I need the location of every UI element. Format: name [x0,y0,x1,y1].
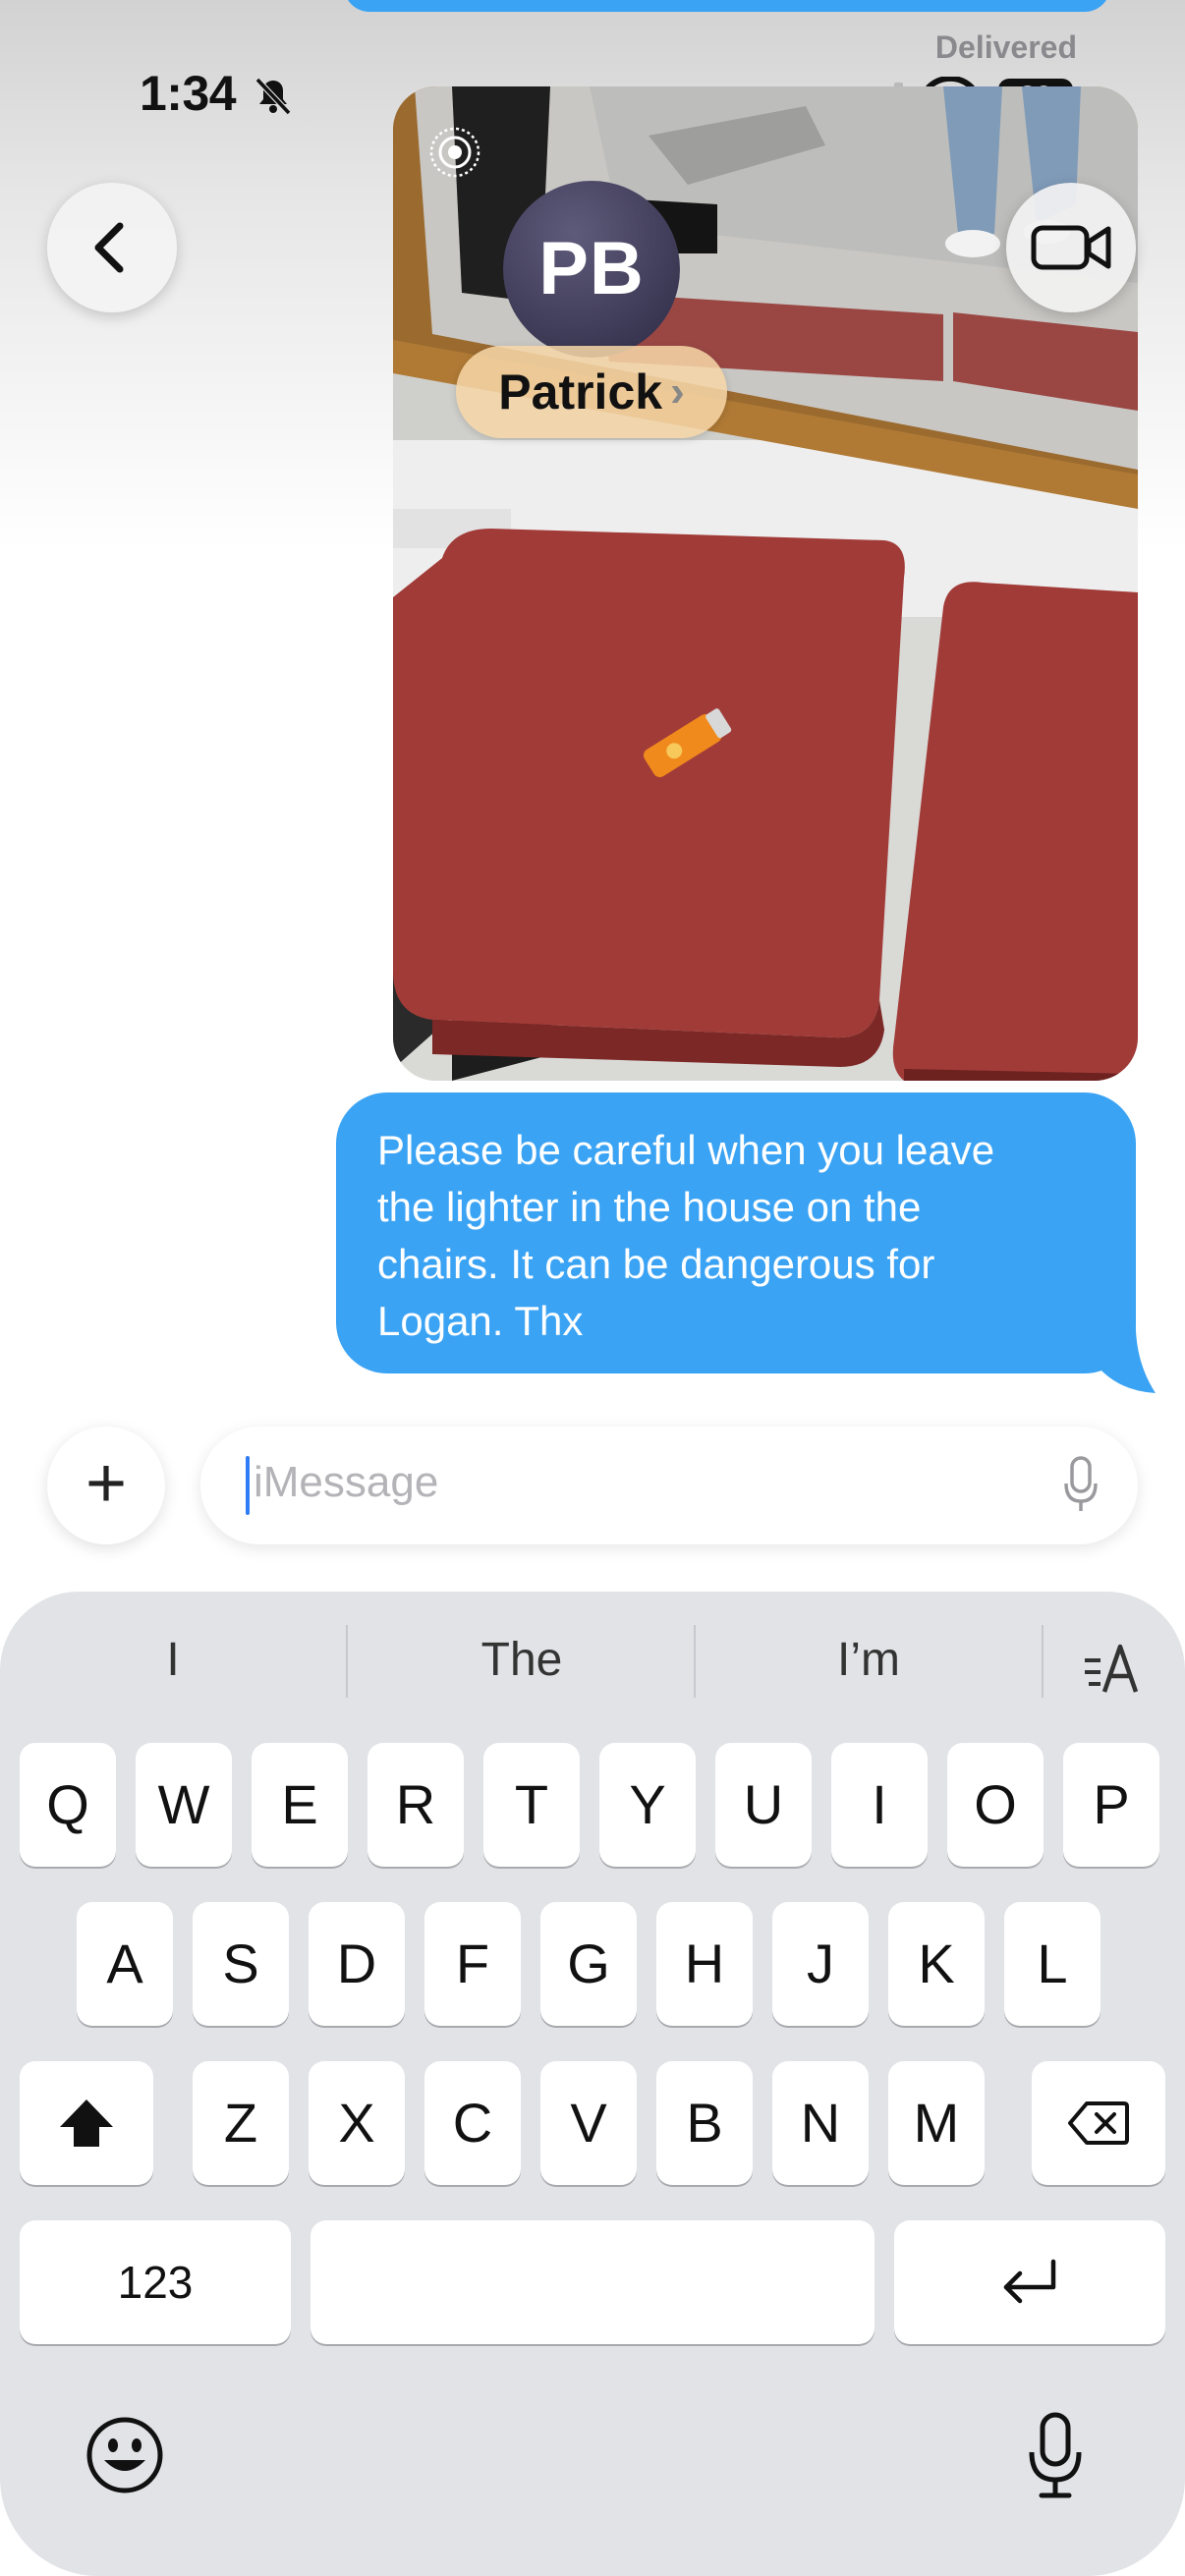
key-e[interactable]: E [252,1743,348,1867]
message-line: Please be careful when you leave [377,1127,995,1173]
imessage-input[interactable]: iMessage [200,1427,1138,1544]
key-f[interactable]: F [424,1902,521,2026]
facetime-video-button[interactable] [1006,183,1136,312]
dictation-microphone-icon[interactable] [1026,2411,1085,2501]
text-format-icon[interactable] [1081,1639,1144,1696]
suggestion-3[interactable]: I’m [770,1633,967,1687]
key-p[interactable]: P [1063,1743,1159,1867]
suggestion-divider [346,1625,348,1698]
key-k[interactable]: K [888,1902,985,2026]
key-u[interactable]: U [715,1743,812,1867]
chevron-right-icon: › [670,367,685,416]
key-d[interactable]: D [309,1902,405,2026]
key-z[interactable]: Z [193,2061,289,2185]
video-camera-icon [1031,225,1111,270]
key-v[interactable]: V [540,2061,637,2185]
key-x[interactable]: X [309,2061,405,2185]
suggestion-1[interactable]: I [75,1633,271,1687]
suggestion-divider [694,1625,696,1698]
key-i[interactable]: I [831,1743,928,1867]
emoji-icon[interactable] [85,2415,165,2495]
message-line: Logan. Thx [377,1298,584,1344]
numbers-key[interactable]: 123 [20,2220,291,2344]
return-icon [1003,2259,1056,2304]
key-g[interactable]: G [540,1902,637,2026]
key-b[interactable]: B [656,2061,753,2185]
suggestion-2[interactable]: The [423,1633,620,1687]
contact-avatar[interactable]: PB [503,181,680,358]
key-w[interactable]: W [136,1743,232,1867]
key-q[interactable]: Q [20,1743,116,1867]
key-s[interactable]: S [193,1902,289,2026]
live-photo-icon[interactable] [428,126,481,179]
text-caret [246,1456,250,1515]
back-button[interactable] [47,183,177,312]
add-attachment-button[interactable]: + [47,1427,165,1544]
previous-message-bubble[interactable] [344,0,1110,12]
key-m[interactable]: M [888,2061,985,2185]
key-y[interactable]: Y [599,1743,696,1867]
suggestion-divider [1042,1625,1044,1698]
bubble-tail [1091,1316,1156,1393]
bell-slash-icon [254,77,292,116]
outgoing-message-bubble[interactable]: Please be careful when you leave the lig… [336,1092,1136,1373]
key-j[interactable]: J [772,1902,869,2026]
key-n[interactable]: N [772,2061,869,2185]
back-chevron-icon [94,222,124,273]
keyboard: I The I’m Q W E R T Y U I O P A S D F G … [0,1592,1185,2576]
imessage-placeholder: iMessage [254,1458,439,1506]
delivered-status: Delivered [934,29,1077,65]
key-h[interactable]: H [656,1902,753,2026]
key-r[interactable]: R [367,1743,464,1867]
key-c[interactable]: C [424,2061,521,2185]
delete-key[interactable] [1032,2061,1165,2185]
shift-key[interactable] [20,2061,153,2185]
key-o[interactable]: O [947,1743,1044,1867]
microphone-icon[interactable] [1063,1456,1099,1515]
space-key[interactable] [310,2220,875,2344]
key-t[interactable]: T [483,1743,580,1867]
shift-icon [60,2100,113,2147]
status-time: 1:34 [140,66,237,121]
return-key[interactable] [894,2220,1165,2344]
message-line: the lighter in the house on the [377,1184,922,1230]
contact-name-button[interactable]: Patrick › [456,346,727,438]
key-a[interactable]: A [77,1902,173,2026]
key-l[interactable]: L [1004,1902,1100,2026]
message-line: chairs. It can be dangerous for [377,1241,935,1287]
delete-icon [1068,2101,1129,2145]
contact-name: Patrick [498,364,663,420]
